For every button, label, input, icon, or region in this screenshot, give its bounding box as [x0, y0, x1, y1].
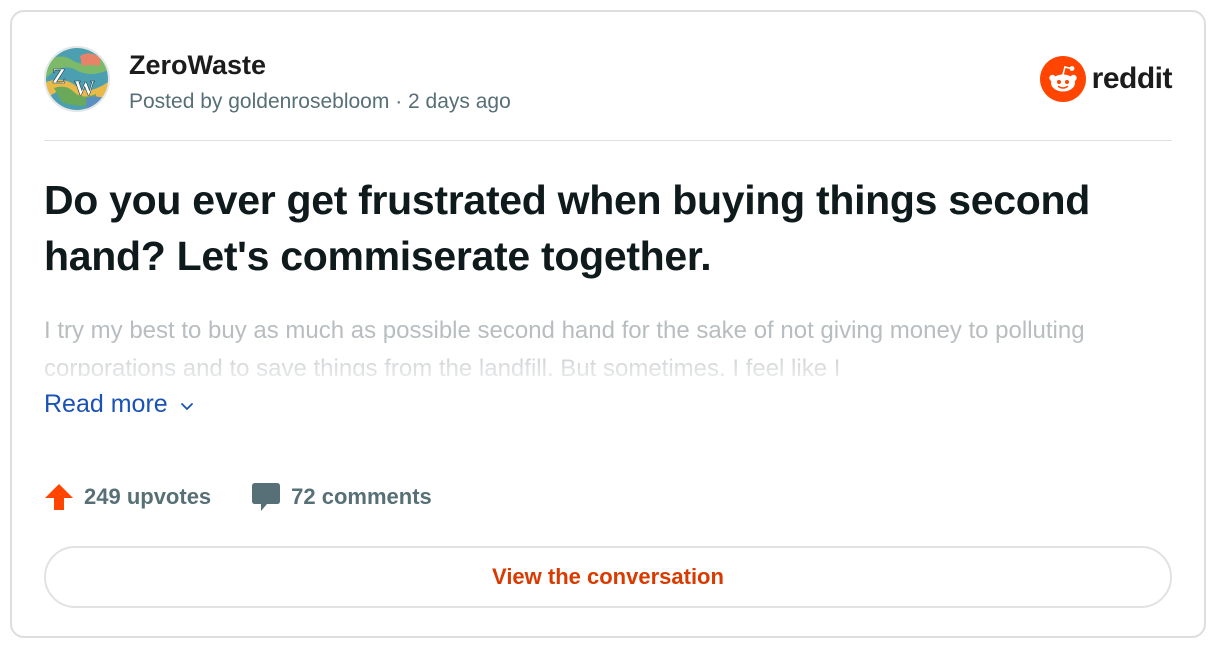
community-avatar-image: Z W [46, 48, 108, 110]
read-more-label: Read more [44, 390, 168, 418]
reddit-logo[interactable]: reddit [1039, 56, 1173, 102]
upvote-count[interactable]: 249 upvotes [44, 482, 211, 512]
read-more-link[interactable]: Read more [44, 390, 194, 419]
avatar-letter-z: Z [52, 64, 66, 88]
reddit-embed-card: Z W ZeroWaste Posted by goldenrosebloom … [10, 10, 1206, 638]
community-name[interactable]: ZeroWaste [129, 50, 266, 81]
avatar-letter-w: W [74, 76, 95, 100]
post-meta: Posted by goldenrosebloom · 2 days ago [129, 90, 511, 114]
view-conversation-button[interactable]: View the conversation [44, 546, 1172, 608]
chevron-down-icon [180, 390, 194, 419]
header-divider [44, 140, 1172, 141]
meta-separator: · [395, 90, 403, 113]
comment-bubble-icon [251, 481, 281, 513]
reddit-alien-icon [1039, 56, 1086, 102]
post-title[interactable]: Do you ever get frustrated when buying t… [44, 172, 1144, 284]
community-avatar[interactable]: Z W [44, 46, 110, 112]
post-body-preview: I try my best to buy as much as possible… [44, 317, 1085, 376]
post-header: Z W ZeroWaste Posted by goldenrosebloom … [44, 46, 1173, 116]
upvote-arrow-icon [44, 482, 74, 512]
comment-count[interactable]: 72 comments [251, 481, 432, 513]
author-name[interactable]: goldenrosebloom [228, 90, 389, 113]
reddit-wordmark: reddit [1091, 62, 1173, 95]
comment-label: 72 comments [291, 484, 432, 509]
post-time: 2 days ago [408, 90, 511, 113]
upvote-label: 249 upvotes [84, 484, 212, 509]
post-stats: 249 upvotes 72 comments [44, 480, 432, 514]
posted-by-prefix: Posted by [129, 90, 223, 113]
